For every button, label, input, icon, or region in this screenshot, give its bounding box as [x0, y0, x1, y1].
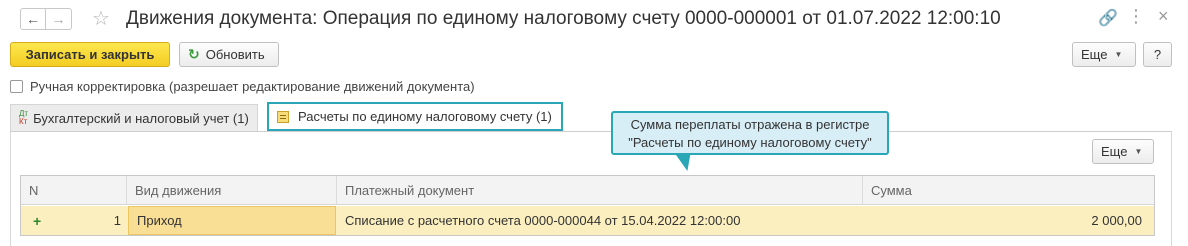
dt-kt-icon: Дт Кт: [19, 109, 29, 126]
column-header-n[interactable]: N: [21, 176, 127, 205]
refresh-icon: ↻: [188, 46, 200, 62]
arrow-left-icon[interactable]: ←: [20, 8, 46, 30]
tab-ens-settlements[interactable]: Расчеты по единому налоговому счету (1): [267, 102, 563, 131]
tab-accounting[interactable]: Дт Кт Бухгалтерский и налоговый учет (1): [10, 104, 258, 131]
chevron-down-icon: ▼: [1134, 147, 1143, 156]
tab-accounting-label: Бухгалтерский и налоговый учет (1): [33, 110, 249, 126]
more-icon[interactable]: ⋮: [1127, 6, 1145, 27]
manual-correction-checkbox[interactable]: [10, 80, 23, 93]
save-and-close-button[interactable]: Записать и закрыть: [10, 42, 170, 67]
movements-table: N Вид движения Платежный документ Сумма …: [20, 175, 1155, 236]
window-title: Движения документа: Операция по единому …: [126, 8, 1001, 29]
callout-line-2: "Расчеты по единому налоговому счету": [628, 135, 872, 150]
table-header: N Вид движения Платежный документ Сумма: [21, 176, 1154, 205]
help-button[interactable]: ?: [1143, 42, 1172, 67]
column-header-kind[interactable]: Вид движения: [127, 176, 337, 205]
chevron-down-icon: ▼: [1114, 50, 1123, 59]
toolbar: Записать и закрыть ↻ Обновить Еще ▼ ?: [0, 42, 1188, 70]
close-icon[interactable]: ×: [1158, 6, 1169, 27]
column-header-amount[interactable]: Сумма: [863, 176, 1154, 205]
refresh-label: Обновить: [205, 47, 265, 62]
tab-ens-settlements-label: Расчеты по единому налоговому счету (1): [298, 109, 552, 124]
arrow-right-icon[interactable]: →: [46, 8, 72, 30]
manual-correction-row[interactable]: Ручная корректировка (разрешает редактир…: [10, 79, 475, 94]
row-amount: 2 000,00: [1091, 213, 1142, 228]
callout-tooltip: Сумма переплаты отражена в регистре "Рас…: [611, 111, 889, 155]
save-and-close-label: Записать и закрыть: [25, 47, 155, 62]
callout-line-1: Сумма переплаты отражена в регистре: [630, 117, 870, 132]
link-icon[interactable]: 🔗: [1098, 8, 1118, 28]
title-bar: ← → ☆ Движения документа: Операция по ед…: [0, 0, 1188, 38]
register-icon: [277, 110, 289, 123]
table-more-label: Еще: [1101, 144, 1128, 159]
table-row[interactable]: + 1 Приход Списание с расчетного счета 0…: [21, 206, 1154, 235]
row-number: 1: [113, 213, 121, 228]
table-more-button[interactable]: Еще ▼: [1092, 139, 1154, 164]
plus-icon: +: [33, 212, 42, 229]
row-kind[interactable]: Приход: [128, 206, 336, 235]
star-icon[interactable]: ☆: [92, 6, 110, 31]
row-document: Списание с расчетного счета 0000-000044 …: [345, 213, 741, 228]
more-menu-button[interactable]: Еще ▼: [1072, 42, 1136, 67]
tabs-divider: [10, 131, 1172, 132]
refresh-button[interactable]: ↻ Обновить: [179, 42, 279, 67]
column-header-document[interactable]: Платежный документ: [337, 176, 863, 205]
manual-correction-label: Ручная корректировка (разрешает редактир…: [30, 79, 475, 94]
more-menu-label: Еще: [1081, 47, 1108, 62]
help-label: ?: [1153, 47, 1162, 62]
